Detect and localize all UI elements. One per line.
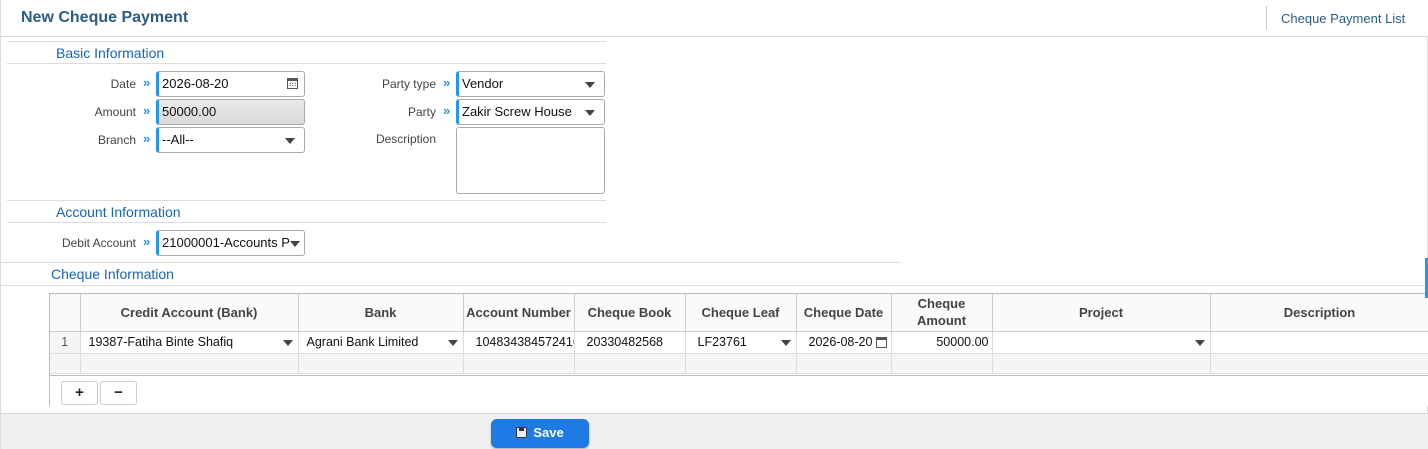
chevron-double-right-icon: » <box>143 131 151 146</box>
credit-account-cell[interactable]: 19387-Fatiha Binte Shafiq <box>80 331 299 354</box>
grid-footer: + − <box>50 375 1428 406</box>
debit-account-value: 21000001-Accounts P <box>162 235 290 250</box>
chevron-down-icon <box>780 339 791 346</box>
chevron-double-right-icon: » <box>143 103 151 118</box>
project-cell[interactable] <box>992 331 1211 354</box>
description-label: Description <box>375 132 436 146</box>
table-row: 1 19387-Fatiha Binte Shafiq Agrani Bank … <box>50 331 1428 354</box>
empty-cell <box>80 353 299 374</box>
divider <box>1266 6 1267 30</box>
amount-value: 50000.00 <box>162 104 217 119</box>
cheque-book-cell[interactable]: 20330482568 <box>574 331 686 354</box>
party-type-label: Party type <box>381 77 436 91</box>
calendar-icon[interactable] <box>875 336 887 348</box>
bank-cell[interactable]: Agrani Bank Limited <box>298 331 464 354</box>
debit-account-label: Debit Account <box>61 236 136 250</box>
remove-row-button[interactable]: − <box>100 381 137 405</box>
date-value: 2026-08-20 <box>162 76 229 91</box>
amount-field[interactable]: 50000.00 <box>156 99 305 125</box>
empty-cell <box>685 353 797 374</box>
add-row-button[interactable]: + <box>61 381 98 405</box>
column-header[interactable]: Credit Account (Bank) <box>80 294 299 332</box>
description-textarea[interactable] <box>456 127 605 194</box>
branch-label: Branch <box>97 133 136 147</box>
empty-cell <box>796 353 892 374</box>
floppy-disk-icon <box>516 427 528 438</box>
cheque-amount-cell[interactable]: 50000.00 <box>891 331 993 354</box>
save-label: Save <box>533 425 564 440</box>
empty-cell <box>574 353 686 374</box>
cheque-payment-page: New Cheque Payment Cheque Payment List B… <box>0 0 1428 449</box>
chevron-down-icon <box>282 339 293 346</box>
empty-cell <box>891 353 993 374</box>
divider <box>1 285 1428 286</box>
party-type-value: Vendor <box>462 76 504 91</box>
divider <box>7 222 606 223</box>
table-row-empty <box>50 353 1428 374</box>
chevron-double-right-icon: » <box>143 234 151 249</box>
bank-value: Agrani Bank Limited <box>306 335 419 349</box>
chevron-double-right-icon: » <box>143 75 151 90</box>
page-title: New Cheque Payment <box>21 9 189 26</box>
cheque-leaf-cell[interactable]: LF23761 <box>685 331 797 354</box>
divider <box>1 262 901 263</box>
chevron-down-icon <box>285 138 295 144</box>
column-header[interactable]: Account Number <box>463 294 575 332</box>
empty-cell <box>1210 353 1428 374</box>
save-button[interactable]: Save <box>491 419 589 448</box>
table-header-row: Credit Account (Bank) Bank Account Numbe… <box>50 294 1428 332</box>
row-number: 1 <box>50 331 81 354</box>
account-information-title: Account Information <box>56 204 181 220</box>
empty-cell <box>463 353 575 374</box>
basic-information-title: Basic Information <box>56 45 165 61</box>
chevron-down-icon <box>585 82 595 88</box>
empty-cell <box>50 353 81 374</box>
party-label: Party <box>407 105 436 119</box>
chevron-double-right-icon: » <box>443 103 451 118</box>
date-field[interactable]: 2026-08-20 <box>156 71 305 97</box>
cheque-date-value: 2026-08-20 <box>808 335 873 349</box>
column-header[interactable]: Cheque Amount <box>891 294 993 332</box>
divider <box>7 41 606 42</box>
cheque-leaf-value: LF23761 <box>697 335 747 349</box>
debit-account-select[interactable]: 21000001-Accounts P <box>156 230 305 256</box>
branch-select[interactable]: --All-- <box>156 127 305 153</box>
cheque-table: Credit Account (Bank) Bank Account Numbe… <box>50 294 1428 374</box>
account-number-cell[interactable]: 104834384572416 <box>463 331 575 354</box>
divider <box>7 200 606 201</box>
chevron-down-icon <box>447 339 458 346</box>
column-header[interactable]: Bank <box>298 294 464 332</box>
column-header[interactable]: Cheque Date <box>796 294 892 332</box>
party-select[interactable]: Zakir Screw House <box>456 99 605 125</box>
row-number-header <box>50 294 81 332</box>
top-bar: New Cheque Payment Cheque Payment List <box>1 0 1428 37</box>
empty-cell <box>992 353 1211 374</box>
chevron-down-icon <box>585 110 595 116</box>
column-header[interactable]: Cheque Leaf <box>685 294 797 332</box>
cheque-information-title: Cheque Information <box>51 266 174 282</box>
description-cell[interactable] <box>1210 331 1428 354</box>
cheque-payment-list-link[interactable]: Cheque Payment List <box>1281 11 1405 26</box>
cheque-grid: Credit Account (Bank) Bank Account Numbe… <box>49 293 1428 406</box>
branch-value: --All-- <box>162 132 194 147</box>
party-value: Zakir Screw House <box>462 104 572 119</box>
amount-label: Amount <box>94 105 136 119</box>
bottom-action-bar: Save <box>1 413 1428 449</box>
column-header[interactable]: Cheque Book <box>574 294 686 332</box>
chevron-double-right-icon: » <box>443 75 451 90</box>
date-label: Date <box>110 77 136 91</box>
credit-account-value: 19387-Fatiha Binte Shafiq <box>88 335 234 349</box>
empty-cell <box>298 353 464 374</box>
party-type-select[interactable]: Vendor <box>456 71 605 97</box>
divider <box>7 63 606 64</box>
calendar-icon[interactable] <box>287 78 298 89</box>
chevron-down-icon <box>1194 339 1205 346</box>
chevron-down-icon <box>290 241 300 247</box>
column-header[interactable]: Description <box>1210 294 1428 332</box>
cheque-date-cell[interactable]: 2026-08-20 <box>796 331 892 354</box>
column-header[interactable]: Project <box>992 294 1211 332</box>
